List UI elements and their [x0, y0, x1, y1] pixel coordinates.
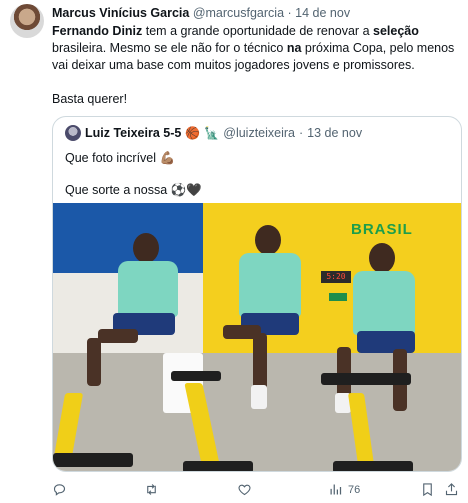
- views-button[interactable]: 76: [328, 482, 360, 497]
- wall-brasil-text: BRASIL: [351, 221, 413, 238]
- like-button[interactable]: [237, 482, 252, 497]
- tweet-text: Fernando Diniz tem a grande oportunidade…: [52, 23, 460, 108]
- exit-sign: [329, 293, 347, 301]
- bold-text-selecao: seleção: [373, 24, 419, 38]
- reply-icon: [53, 484, 66, 496]
- quote-header: Luiz Teixeira 5-5 🏀 🗽 @luizteixeira · 13…: [65, 125, 362, 141]
- author-avatar[interactable]: [10, 4, 44, 38]
- views-icon: [330, 484, 342, 495]
- reply-button[interactable]: [52, 482, 67, 497]
- quote-photo[interactable]: BRASIL 5:20: [53, 203, 461, 471]
- quote-separator: ·: [299, 126, 304, 140]
- bold-text-diniz: Fernando Diniz: [52, 24, 143, 38]
- tweet-text-line-2: brasileira. Mesmo se ele não for o técni…: [52, 40, 460, 57]
- author-name[interactable]: Marcus Vinícius Garcia: [52, 6, 189, 20]
- retweet-icon: [147, 484, 156, 495]
- quote-text-line-2: Que sorte a nossa ⚽🖤: [65, 183, 202, 197]
- like-icon: [238, 484, 251, 496]
- header-separator: ·: [287, 6, 292, 20]
- wall-clock: 5:20: [321, 271, 351, 283]
- quote-text-line-1: Que foto incrível 💪🏽: [65, 151, 176, 165]
- author-handle[interactable]: @marcusfgarcia: [193, 6, 284, 20]
- bold-text-na: na: [286, 41, 302, 55]
- text-segment: brasileira. Mesmo se ele não for o técni…: [52, 41, 287, 55]
- tweet-date[interactable]: 14 de nov: [295, 6, 350, 20]
- quote-date[interactable]: 13 de nov: [307, 126, 362, 140]
- tweet-text-line-3: vai deixar uma base com muitos jogadores…: [52, 58, 415, 72]
- tweet-text-line-4: Basta querer!: [52, 92, 128, 106]
- bookmark-icon: [423, 483, 432, 497]
- text-segment: tem a grande oportunidade de renovar a: [142, 24, 373, 38]
- text-segment: próxima Copa, pelo menos: [301, 41, 455, 55]
- tweet-actions: 76: [52, 482, 458, 498]
- retweet-button[interactable]: [144, 482, 159, 497]
- views-count: 76: [348, 483, 361, 496]
- basketball-emoji: 🏀: [185, 126, 201, 140]
- quote-author-avatar[interactable]: [65, 125, 81, 141]
- quoted-tweet[interactable]: Luiz Teixeira 5-5 🏀 🗽 @luizteixeira · 13…: [52, 116, 462, 472]
- bookmark-button[interactable]: [420, 482, 435, 497]
- tweet-header: Marcus Vinícius Garcia @marcusfgarcia · …: [52, 6, 350, 20]
- quote-text: Que foto incrível 💪🏽 Que sorte a nossa ⚽…: [65, 149, 202, 199]
- quote-author-name[interactable]: Luiz Teixeira 5-5: [85, 126, 181, 140]
- tweet-text-line-1: Fernando Diniz tem a grande oportunidade…: [52, 23, 460, 40]
- share-icon: [445, 483, 458, 496]
- statue-of-liberty-emoji: 🗽: [204, 126, 220, 140]
- share-button[interactable]: [444, 482, 459, 497]
- quote-author-handle[interactable]: @luizteixeira: [223, 126, 295, 140]
